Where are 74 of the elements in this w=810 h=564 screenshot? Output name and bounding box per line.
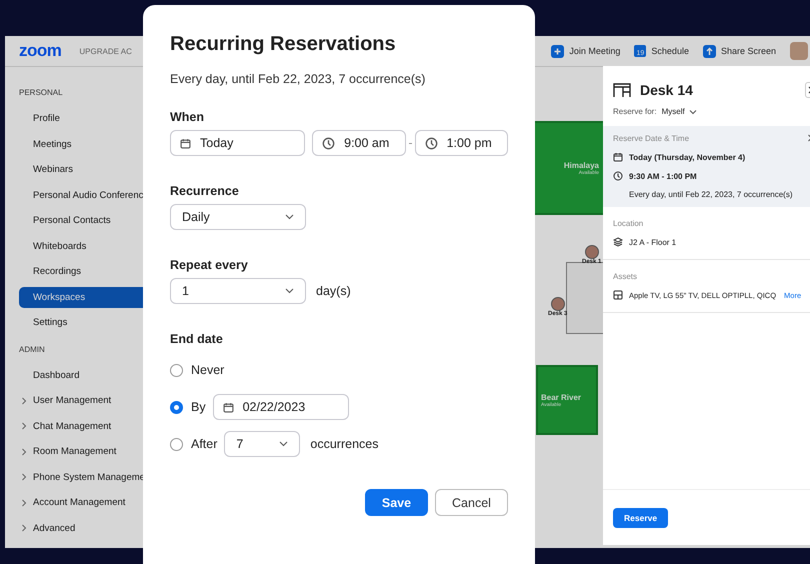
avatar (550, 297, 565, 311)
radio-button[interactable] (170, 438, 183, 450)
chevron-down-icon (285, 214, 294, 220)
desk-icon (613, 82, 631, 98)
sidebar-item[interactable]: Meetings (19, 134, 145, 155)
time-field[interactable]: 1:00 pm (414, 130, 508, 156)
time-field[interactable]: 9:00 am (312, 130, 406, 156)
section-heading: ADMIN (18, 344, 46, 356)
reserve-for-dropdown[interactable]: Myself (662, 107, 697, 116)
field-label: Repeat every (170, 258, 249, 272)
recurrence-summary: Every day, until Feb 22, 2023, 7 occurrence(s) (170, 72, 426, 86)
chevron-down-icon (688, 108, 697, 114)
plus-icon (551, 44, 564, 58)
reservation-date: Today (Thursday, November 4) (629, 152, 746, 162)
sidebar-item[interactable]: Personal Contacts (19, 210, 145, 232)
date-time-section[interactable]: Reserve Date & Time Today (Thursday, November 4) 9:30 AM - 1:00 PM Every day, until Feb 22, 2023, 7 occurrence(s) (603, 126, 810, 207)
field-label: End date (170, 332, 224, 346)
sidebar-item[interactable]: Recordings (19, 261, 145, 282)
header-action-button[interactable]: Join Meeting (551, 44, 620, 58)
repeat-dropdown[interactable]: 1 (170, 278, 306, 304)
room-name: Bear River (541, 392, 582, 402)
calendar-icon (613, 152, 623, 162)
sidebar-item[interactable]: Account Management (19, 492, 145, 514)
clock-icon (613, 171, 623, 181)
calendar-icon (222, 402, 234, 412)
option-label: Never (191, 363, 224, 377)
header-action-button[interactable]: Share Screen (702, 44, 776, 58)
option-label: By (191, 400, 206, 414)
upgrade-link[interactable]: UPGRADE AC (79, 46, 132, 56)
avatar[interactable] (790, 42, 808, 60)
sidebar-item[interactable]: Webinars (19, 159, 145, 180)
section-heading: Location (613, 219, 644, 228)
date-field[interactable]: Today (170, 130, 306, 156)
unit-label: day(s) (316, 284, 351, 298)
dialog-title: Recurring Reservations (170, 33, 397, 56)
field-label: Recurrence (170, 184, 240, 198)
section-heading: Assets (613, 272, 638, 281)
location-value: J2 A - Floor 1 (629, 238, 676, 246)
clock-icon (424, 136, 438, 150)
avatar (584, 245, 599, 259)
cancel-button[interactable]: Cancel (435, 489, 508, 516)
calendar-icon (180, 138, 191, 148)
sidebar-item[interactable]: Settings (19, 312, 145, 334)
reservation-time: 9:30 AM - 1:00 PM (629, 172, 697, 180)
sidebar-item[interactable]: Whiteboards (19, 236, 145, 257)
chevron-down-icon (279, 441, 288, 447)
unit-label: occurrences (310, 437, 378, 451)
sidebar-item[interactable]: Room Management (19, 441, 145, 462)
option-label: After (191, 437, 218, 451)
recurrence-summary: Every day, until Feb 22, 2023, 7 occurrence(s) (629, 190, 792, 199)
monitor-icon (613, 290, 623, 300)
layers-icon (613, 237, 623, 247)
date-field[interactable]: 02/22/2023 (212, 394, 349, 420)
field-label: When (170, 110, 206, 124)
recurrence-dropdown[interactable]: Daily (170, 204, 306, 230)
radio-button[interactable] (170, 364, 183, 376)
section-heading: PERSONAL (18, 87, 64, 99)
section-heading: Reserve Date & Time (613, 134, 690, 143)
panel-title: Desk 14 (640, 82, 693, 98)
reserve-button[interactable]: Reserve (613, 508, 668, 528)
clock-icon (322, 136, 336, 150)
sidebar-item[interactable]: Workspaces (19, 286, 145, 308)
room-name: Himalaya (564, 160, 599, 170)
reserve-for-label: Reserve for: (613, 107, 657, 116)
sidebar-item[interactable]: Dashboard (19, 364, 145, 386)
occurrences-dropdown[interactable]: 7 (224, 431, 300, 457)
radio-button[interactable] (170, 400, 183, 414)
sidebar-item[interactable]: Chat Management (19, 416, 145, 437)
sidebar-item[interactable]: User Management (19, 390, 145, 412)
chevron-down-icon (285, 288, 294, 294)
save-button[interactable]: Save (365, 489, 428, 516)
sidebar-item[interactable]: Profile (19, 108, 145, 130)
sidebar-item[interactable]: Advanced (19, 518, 145, 539)
zoom-logo: zoom (19, 41, 62, 61)
